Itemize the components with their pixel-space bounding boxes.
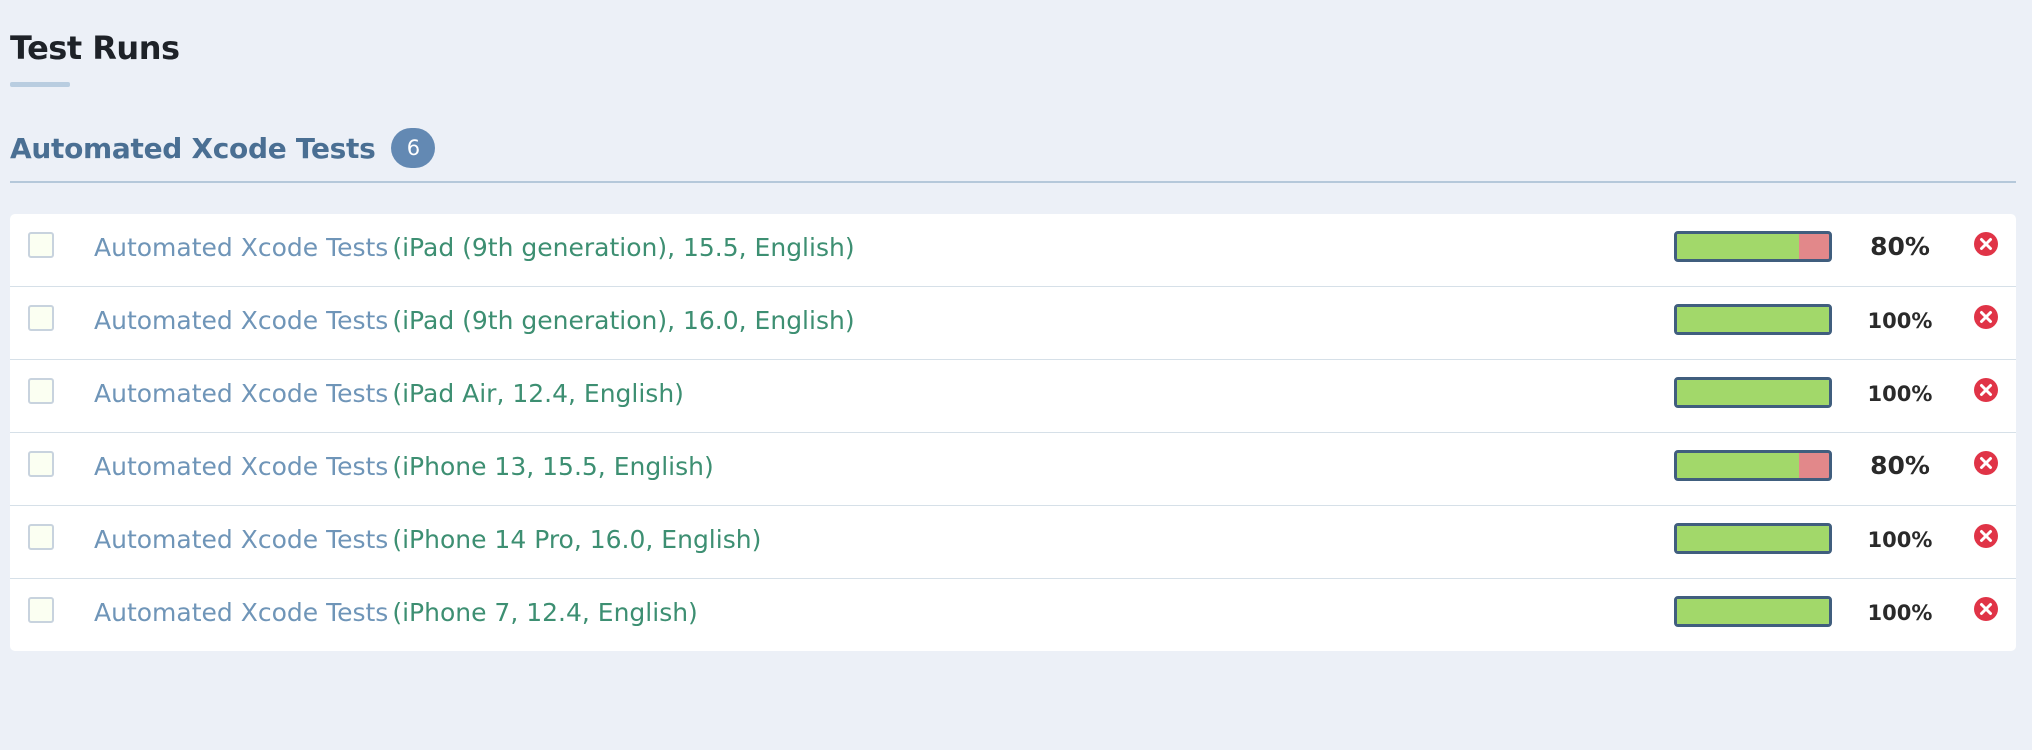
- progress-fill: [1677, 380, 1829, 405]
- progress-bar: [1674, 304, 1832, 335]
- progress-fill: [1677, 526, 1829, 551]
- test-run-link[interactable]: Automated Xcode Tests (iPhone 7, 12.4, En…: [94, 598, 698, 627]
- close-circle-icon[interactable]: [1973, 377, 1999, 403]
- title-underline: [10, 82, 70, 87]
- run-config: (iPhone 7, 12.4, English): [392, 598, 698, 627]
- test-run-row: Automated Xcode Tests (iPhone 14 Pro, 16.…: [10, 506, 2016, 579]
- test-run-row: Automated Xcode Tests (iPad Air, 12.4, En…: [10, 360, 2016, 433]
- test-run-row: Automated Xcode Tests (iPhone 13, 15.5, E…: [10, 433, 2016, 506]
- progress-bar: [1674, 450, 1832, 481]
- row-checkbox[interactable]: [28, 378, 54, 404]
- percent-label: 80%: [1870, 451, 1930, 480]
- section-title: Automated Xcode Tests: [10, 131, 376, 165]
- progress-bar: [1674, 596, 1832, 627]
- row-checkbox[interactable]: [28, 524, 54, 550]
- percent-label: 100%: [1867, 382, 1933, 406]
- test-run-row: Automated Xcode Tests (iPad (9th generati…: [10, 287, 2016, 360]
- close-circle-icon[interactable]: [1973, 450, 1999, 476]
- run-config: (iPad Air, 12.4, English): [392, 379, 684, 408]
- run-name: Automated Xcode Tests: [94, 306, 389, 335]
- test-run-row: Automated Xcode Tests (iPhone 7, 12.4, En…: [10, 579, 2016, 651]
- progress-fill: [1677, 599, 1829, 624]
- run-config: (iPhone 14 Pro, 16.0, English): [392, 525, 762, 554]
- test-runs-list: Automated Xcode Tests (iPad (9th generati…: [10, 214, 2016, 651]
- close-circle-icon[interactable]: [1973, 231, 1999, 257]
- row-checkbox[interactable]: [28, 232, 54, 258]
- section-divider: [10, 181, 2016, 183]
- percent-label: 100%: [1867, 309, 1933, 333]
- run-name: Automated Xcode Tests: [94, 525, 389, 554]
- test-run-link[interactable]: Automated Xcode Tests (iPhone 13, 15.5, E…: [94, 452, 714, 481]
- test-run-link[interactable]: Automated Xcode Tests (iPad Air, 12.4, En…: [94, 379, 684, 408]
- run-config: (iPad (9th generation), 15.5, English): [392, 233, 855, 262]
- row-checkbox[interactable]: [28, 597, 54, 623]
- section-header: Automated Xcode Tests 6: [10, 128, 436, 168]
- progress-fill: [1677, 234, 1799, 259]
- run-name: Automated Xcode Tests: [94, 233, 389, 262]
- progress-fill: [1677, 453, 1799, 478]
- progress-bar: [1674, 231, 1832, 262]
- run-config: (iPad (9th generation), 16.0, English): [392, 306, 855, 335]
- run-config: (iPhone 13, 15.5, English): [392, 452, 714, 481]
- percent-label: 80%: [1870, 232, 1930, 261]
- percent-label: 100%: [1867, 528, 1933, 552]
- close-circle-icon[interactable]: [1973, 304, 1999, 330]
- test-run-row: Automated Xcode Tests (iPad (9th generati…: [10, 214, 2016, 287]
- test-run-link[interactable]: Automated Xcode Tests (iPad (9th generati…: [94, 306, 855, 335]
- progress-bar: [1674, 377, 1832, 408]
- percent-label: 100%: [1867, 601, 1933, 625]
- test-run-link[interactable]: Automated Xcode Tests (iPhone 14 Pro, 16.…: [94, 525, 761, 554]
- run-name: Automated Xcode Tests: [94, 452, 389, 481]
- row-checkbox[interactable]: [28, 451, 54, 477]
- progress-bar: [1674, 523, 1832, 554]
- page-title: Test Runs: [10, 29, 180, 67]
- test-run-link[interactable]: Automated Xcode Tests (iPad (9th generati…: [94, 233, 855, 262]
- count-badge: 6: [391, 128, 436, 168]
- close-circle-icon[interactable]: [1973, 523, 1999, 549]
- run-name: Automated Xcode Tests: [94, 379, 389, 408]
- row-checkbox[interactable]: [28, 305, 54, 331]
- progress-fill: [1677, 307, 1829, 332]
- run-name: Automated Xcode Tests: [94, 598, 389, 627]
- close-circle-icon[interactable]: [1973, 596, 1999, 622]
